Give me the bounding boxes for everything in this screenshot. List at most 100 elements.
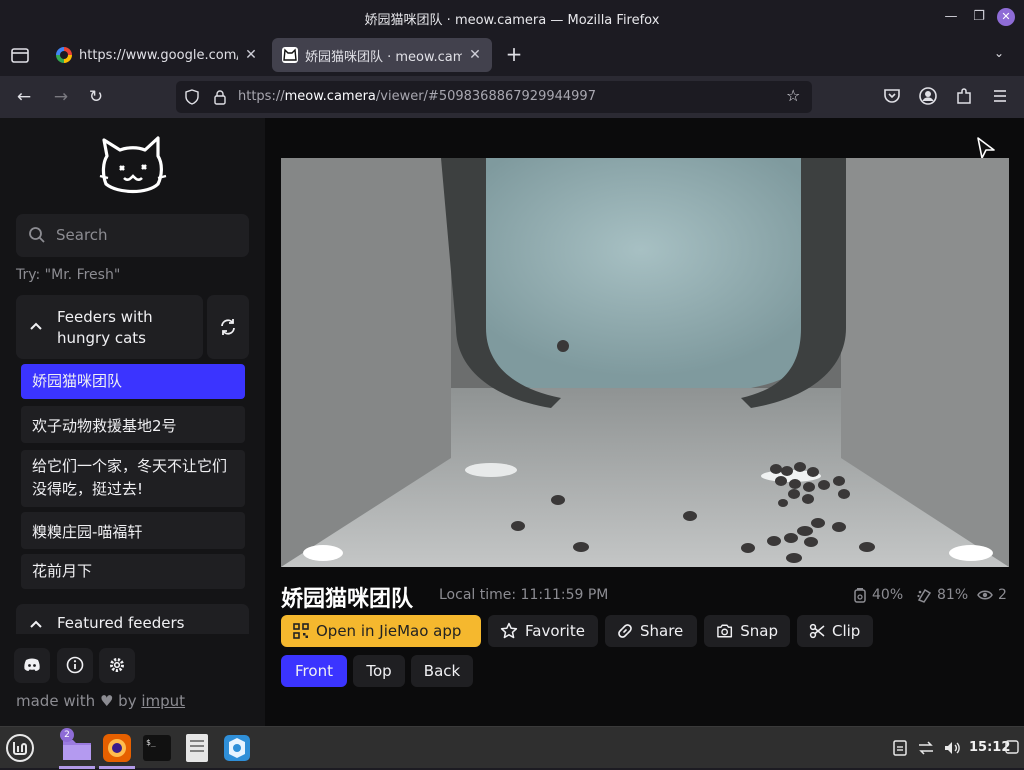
settings-button[interactable]: [99, 648, 135, 683]
search-input[interactable]: [56, 224, 236, 246]
feeder-item[interactable]: 给它们一个家，冬天不让它们没得吃，挺过去!: [21, 450, 245, 507]
favorite-label: Favorite: [525, 622, 585, 640]
list-all-tabs-icon[interactable]: ⌄: [994, 46, 1010, 62]
featured-feeders-label: Featured feeders: [57, 614, 185, 632]
window-title: 娇园猫咪团队 · meow.camera — Mozilla Firefox: [364, 13, 660, 28]
feeder-item[interactable]: 糗糗庄园-喵福轩: [21, 512, 245, 549]
search-hint: Try: "Mr. Fresh": [16, 267, 121, 283]
taskbar-app[interactable]: [219, 730, 255, 766]
files-badge: 2: [60, 728, 74, 742]
feeder-item[interactable]: 花前月下: [21, 554, 245, 589]
svg-text:$_: $_: [146, 738, 156, 747]
made-with-text: made with: [16, 692, 96, 710]
pointer-cursor-icon: [977, 137, 995, 159]
refresh-icon: [221, 319, 235, 335]
hungry-feeders-label: Feeders with hungry cats: [57, 308, 153, 347]
tab-title: https://www.google.com/se: [79, 47, 238, 63]
notifications-icon[interactable]: [1004, 739, 1020, 755]
open-in-app-button[interactable]: Open in JieMao app: [281, 615, 481, 647]
search-box[interactable]: [16, 214, 249, 257]
taskbar-terminal[interactable]: $_: [139, 730, 175, 766]
feeder-item[interactable]: 欢子动物救援基地2号: [21, 406, 245, 443]
camera-title: 娇园猫咪团队: [281, 587, 414, 612]
google-icon: [56, 47, 72, 63]
discord-button[interactable]: [14, 648, 50, 683]
tab-meow-camera[interactable]: 娇园猫咪团队 · meow.came ✕: [272, 38, 492, 72]
camera-feed-image: [281, 158, 1009, 567]
hungry-feeders-toggle[interactable]: Feeders with hungry cats: [16, 295, 203, 359]
pocket-icon[interactable]: [882, 86, 902, 106]
reload-button[interactable]: ↻: [85, 86, 107, 108]
app-icon: [224, 735, 250, 761]
url-path: /viewer/#5098368867929944997: [375, 89, 596, 104]
shield-icon[interactable]: [184, 89, 200, 105]
network-tray-icon[interactable]: [917, 739, 935, 757]
info-icon: [66, 656, 84, 674]
lock-icon[interactable]: [212, 89, 228, 105]
favorite-button[interactable]: Favorite: [488, 615, 598, 647]
tab-title: 娇园猫咪团队 · meow.came: [305, 49, 462, 65]
url-host: meow.camera: [284, 89, 376, 104]
page-content: Try: "Mr. Fresh" Feeders with hungry cat…: [0, 118, 1024, 726]
gear-icon: [110, 658, 124, 672]
food-level-stat: 40%: [853, 587, 903, 603]
mint-menu-icon[interactable]: [4, 732, 36, 764]
maximize-button[interactable]: ❐: [970, 8, 988, 26]
info-button[interactable]: [57, 648, 93, 683]
dispenser-icon: [917, 588, 932, 603]
volume-icon[interactable]: [943, 739, 961, 757]
bookmark-star-icon[interactable]: ☆: [786, 87, 804, 105]
view-top-button[interactable]: Top: [353, 655, 405, 687]
footer-credit: made with ♥ by imput: [16, 692, 185, 710]
featured-feeders-toggle[interactable]: Featured feeders: [16, 604, 249, 634]
forward-button[interactable]: →: [50, 86, 72, 108]
new-tab-button[interactable]: +: [504, 44, 524, 64]
discord-icon: [24, 658, 40, 671]
clipboard-tray-icon[interactable]: [891, 739, 909, 757]
viewers-value: 2: [998, 587, 1007, 603]
terminal-icon: $_: [143, 735, 171, 761]
extensions-icon[interactable]: [954, 86, 974, 106]
view-front-button[interactable]: Front: [281, 655, 347, 687]
taskbar-text-editor[interactable]: [179, 730, 215, 766]
chevron-up-icon: [30, 620, 42, 628]
close-window-button[interactable]: ✕: [997, 8, 1015, 26]
window-titlebar: 娇园猫咪团队 · meow.camera — Mozilla Firefox —…: [0, 0, 1024, 34]
open-in-app-label: Open in JieMao app: [316, 622, 462, 640]
share-button[interactable]: Share: [605, 615, 697, 647]
close-tab-icon[interactable]: ✕: [468, 47, 482, 63]
view-back-button[interactable]: Back: [411, 655, 473, 687]
tab-list-icon[interactable]: [10, 45, 30, 65]
meow-camera-icon: [282, 47, 298, 63]
navigation-toolbar: ← → ↻ https://meow.camera/viewer/#509836…: [0, 76, 1024, 118]
text-editor-icon: [186, 734, 208, 762]
link-icon: [618, 624, 632, 638]
hamburger-menu-icon[interactable]: [990, 86, 1010, 106]
tab-strip: https://www.google.com/se ✕ 娇园猫咪团队 · meo…: [0, 34, 1024, 76]
meow-camera-logo[interactable]: [98, 134, 168, 196]
feeder-item[interactable]: 娇园猫咪团队: [21, 364, 245, 399]
star-icon: [500, 622, 518, 639]
sidebar: Try: "Mr. Fresh" Feeders with hungry cat…: [0, 118, 265, 726]
url-text[interactable]: https://meow.camera/viewer/#509836886792…: [238, 89, 596, 104]
eye-icon: [977, 590, 993, 600]
battery-level-stat: 81%: [916, 587, 968, 603]
taskbar-firefox[interactable]: [99, 730, 135, 769]
search-icon: [29, 227, 45, 243]
refresh-button[interactable]: [207, 295, 249, 359]
by-text: by: [118, 692, 137, 710]
food-level-value: 40%: [872, 587, 904, 603]
os-taskbar: 2 $_ 15:12: [0, 726, 1024, 769]
close-tab-icon[interactable]: ✕: [244, 47, 258, 63]
account-icon[interactable]: [918, 86, 938, 106]
clip-button[interactable]: Clip: [797, 615, 873, 647]
minimize-button[interactable]: —: [942, 8, 960, 26]
tab-google[interactable]: https://www.google.com/se ✕: [46, 38, 268, 72]
share-label: Share: [640, 622, 684, 640]
back-button[interactable]: ←: [13, 86, 35, 108]
snap-button[interactable]: Snap: [704, 615, 790, 647]
camera-video[interactable]: [281, 158, 1009, 567]
scissors-icon: [809, 623, 825, 639]
url-bar[interactable]: https://meow.camera/viewer/#509836886792…: [176, 81, 812, 113]
author-link[interactable]: imput: [141, 692, 185, 710]
